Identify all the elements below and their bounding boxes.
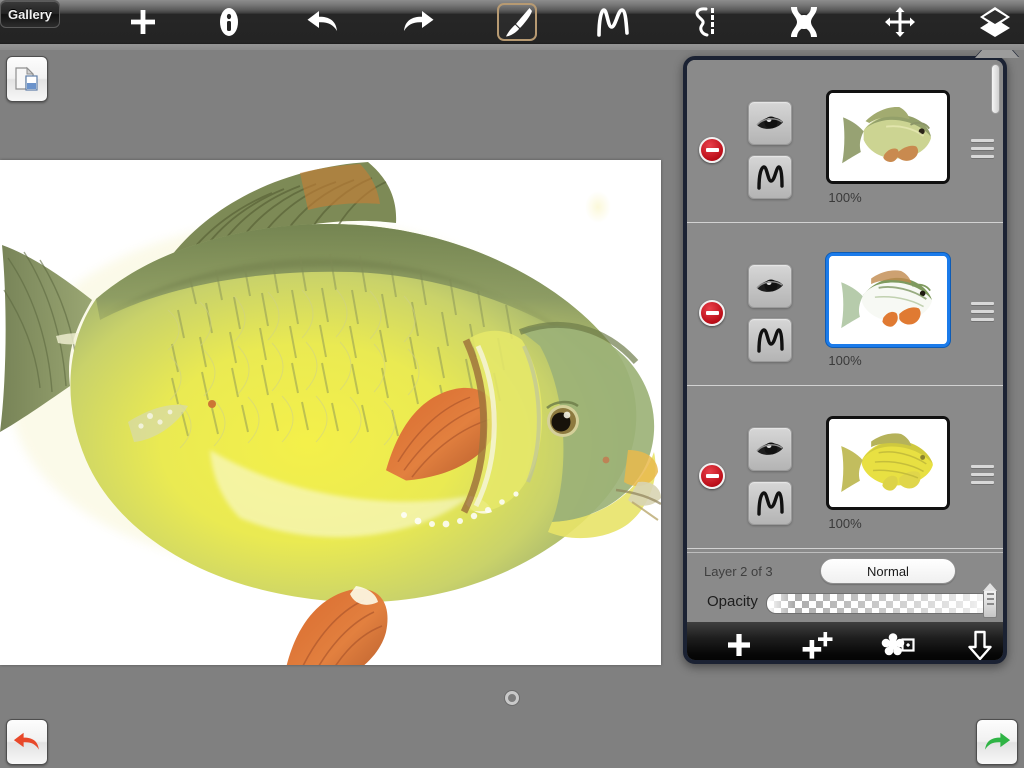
- layer-visibility-button[interactable]: [748, 101, 792, 145]
- layer-opacity-value: 100%: [828, 190, 862, 205]
- layer-thumbnail-image: [829, 419, 947, 507]
- blend-mode-select[interactable]: Normal: [820, 558, 956, 584]
- canvas-zoom-handle[interactable]: [505, 691, 519, 705]
- undo-icon: [13, 732, 39, 750]
- toolbar-paintbrush-button[interactable]: [495, 0, 541, 44]
- gallery-button-label: Gallery: [7, 6, 53, 22]
- delete-layer-button[interactable]: [699, 463, 725, 489]
- layer-reorder-grip[interactable]: [971, 302, 994, 321]
- layer-thumbnail[interactable]: [826, 90, 950, 184]
- toolbar-stencil-button[interactable]: [681, 0, 727, 44]
- layer-visibility-button[interactable]: [748, 427, 792, 471]
- eye-icon: [756, 279, 783, 292]
- gallery-button[interactable]: Gallery: [0, 0, 60, 28]
- toolbar-symmetry-button[interactable]: [781, 0, 827, 44]
- layer-row[interactable]: 100%: [687, 223, 1003, 386]
- toolbar-info-button[interactable]: [206, 0, 252, 44]
- canvas[interactable]: [0, 160, 661, 665]
- move-icon: [885, 7, 915, 37]
- stroke-icon: [757, 491, 784, 516]
- delete-layer-button[interactable]: [699, 137, 725, 163]
- layer-thumbnail-image: [829, 93, 947, 181]
- eye-icon: [756, 116, 783, 129]
- layer-reorder-grip[interactable]: [971, 465, 994, 484]
- add-layer-icon: [728, 634, 750, 656]
- symmetry-icon: [791, 7, 817, 37]
- add-icon: [131, 10, 155, 34]
- duplicate-layer-icon: [15, 66, 38, 91]
- layer-visibility-button[interactable]: [748, 264, 792, 308]
- stencil-icon: [695, 7, 714, 37]
- blend-mode-value: Normal: [867, 563, 909, 579]
- merge-layer-icon: [881, 633, 915, 656]
- info-icon: [220, 8, 238, 36]
- eye-icon: [756, 442, 783, 455]
- layer-reorder-grip[interactable]: [971, 139, 994, 158]
- duplicate-layer-icon: [802, 632, 833, 659]
- layer-opacity-value: 100%: [828, 353, 862, 368]
- toolbar-stroke-button[interactable]: [590, 0, 636, 44]
- layer-row[interactable]: 100%: [687, 386, 1003, 549]
- layer-thumbnail[interactable]: [826, 253, 950, 347]
- layers-list[interactable]: 100% 100% 100%: [687, 60, 1003, 552]
- undo-icon: [307, 11, 337, 31]
- layers-list-scrollbar[interactable]: [991, 64, 1000, 114]
- undo-corner-button[interactable]: [6, 719, 48, 765]
- layer-thumbnail-image: [829, 256, 947, 344]
- layer-panel-toolbar: [687, 622, 1003, 660]
- artwork-carp-painting: [0, 160, 661, 665]
- toolbar-layers-button[interactable]: [972, 0, 1018, 44]
- opacity-label: Opacity: [707, 593, 758, 610]
- toolbar-add-button[interactable]: [120, 0, 166, 44]
- reference-layer-button[interactable]: [6, 56, 48, 102]
- layers-panel: 100% 100% 100% Layer 2 of 3 Normal Opaci…: [683, 56, 1007, 664]
- top-toolbar: Gallery: [0, 0, 1024, 50]
- layer-opacity-value: 100%: [828, 516, 862, 531]
- add-layer-button[interactable]: [704, 622, 774, 660]
- toolbar-undo-button[interactable]: [300, 0, 346, 44]
- opacity-slider[interactable]: [766, 593, 991, 614]
- duplicate-layer-button[interactable]: [783, 622, 853, 660]
- stroke-icon: [757, 328, 784, 353]
- layer-row[interactable]: 100%: [687, 60, 1003, 223]
- redo-icon: [404, 11, 434, 31]
- close-panel-button[interactable]: [945, 622, 1003, 660]
- toolbar-redo-button[interactable]: [395, 0, 441, 44]
- redo-icon: [985, 732, 1011, 750]
- opacity-slider-handle[interactable]: [983, 583, 997, 618]
- layer-options-button[interactable]: [863, 622, 933, 660]
- stroke-icon: [597, 8, 629, 37]
- layer-controls: Layer 2 of 3 Normal Opacity: [687, 552, 1003, 622]
- layer-count-label: Layer 2 of 3: [704, 564, 773, 579]
- app-root: Gallery 100% 100% 100% Layer 2 of 3 Norm…: [0, 0, 1024, 768]
- redo-corner-button[interactable]: [976, 719, 1018, 765]
- paintbrush-icon: [506, 8, 532, 37]
- layer-thumbnail[interactable]: [826, 416, 950, 510]
- collapse-panel-icon: [968, 630, 992, 660]
- stroke-icon: [757, 165, 784, 190]
- delete-layer-button[interactable]: [699, 300, 725, 326]
- layers-icon: [980, 7, 1010, 37]
- toolbar-transform-button[interactable]: [877, 0, 923, 44]
